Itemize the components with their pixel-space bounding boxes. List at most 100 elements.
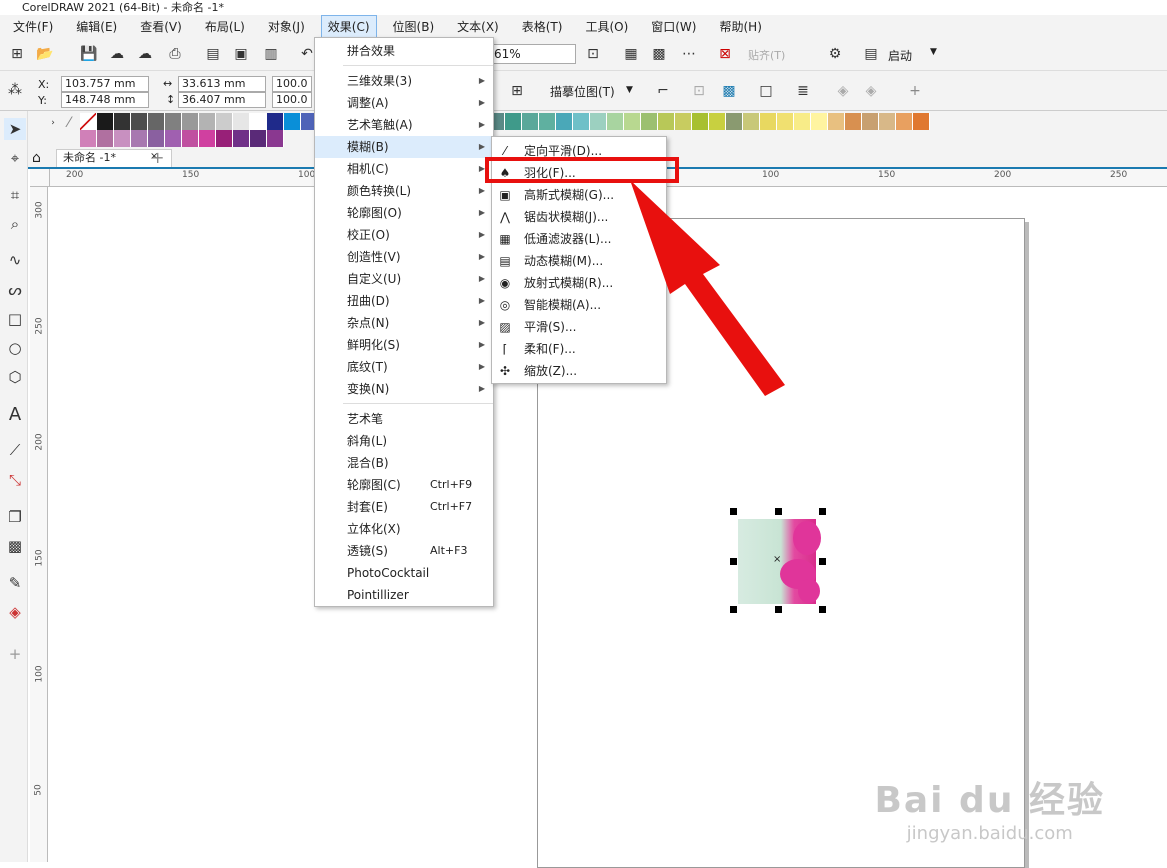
paste-icon[interactable]: ▥ [262,45,280,63]
effects-menu-item[interactable]: 变换(N) ▶ [315,378,493,400]
snap-to-dropdown[interactable]: 贴齐(T) [748,47,785,63]
menu-6[interactable]: 位图(B) [386,15,442,38]
color-swatch[interactable] [80,130,97,147]
cloud-download-icon[interactable]: ☁ [136,45,154,63]
transparency-tool-icon[interactable]: ▩ [4,535,26,557]
menu-0[interactable]: 文件(F) [6,15,60,38]
color-swatch[interactable] [862,113,879,130]
home-icon[interactable]: ⌂ [32,150,41,166]
color-swatch[interactable] [624,113,641,130]
artistic-media-icon[interactable]: ᔕ [4,279,26,301]
effects-menu-item[interactable]: 鲜明化(S) ▶ [315,334,493,356]
color-swatch[interactable] [199,113,216,130]
color-swatch[interactable] [284,113,301,130]
color-swatch[interactable] [913,113,930,130]
shape-tool-icon[interactable]: ⌖ [4,147,26,169]
launch-dropdown[interactable]: 启动 [888,47,912,64]
color-swatch[interactable] [165,130,182,147]
color-eyedropper-icon[interactable]: ✎ [4,572,26,594]
no-color-swatch[interactable] [80,113,97,130]
color-swatch[interactable] [845,113,862,130]
color-swatch[interactable] [97,130,114,147]
effects-menu-item[interactable]: 透镜(S) Alt+F3 [315,540,493,562]
color-swatch[interactable] [250,130,267,147]
menu-5[interactable]: 效果(C) [320,14,377,38]
effects-menu-item[interactable]: 相机(C) ▶ [315,158,493,180]
trace-bitmap-dropdown[interactable]: 描摹位图(T) [550,83,615,100]
menu-9[interactable]: 工具(O) [578,15,635,38]
color-swatch[interactable] [709,113,726,130]
drop-shadow-icon[interactable]: ❐ [4,506,26,528]
effects-menu-item[interactable]: 三维效果(3) ▶ [315,70,493,92]
full-screen-icon[interactable]: ▦ [622,45,640,63]
resample-icon[interactable]: ⊡ [690,82,708,100]
zoom-fit-icon[interactable]: ⊡ [584,45,602,63]
menu-10[interactable]: 窗口(W) [644,15,703,38]
color-swatch[interactable] [148,113,165,130]
color-swatch[interactable] [675,113,692,130]
color-swatch[interactable] [811,113,828,130]
color-swatch[interactable] [250,113,267,130]
effects-menu-item[interactable]: 调整(A) ▶ [315,92,493,114]
freehand-tool-icon[interactable]: ∿ [4,249,26,271]
menu-2[interactable]: 查看(V) [133,15,189,38]
cut-icon[interactable]: ▤ [204,45,222,63]
effects-menu-item[interactable]: 立体化(X) [315,518,493,540]
interactive-fill-icon[interactable]: ◈ [4,601,26,623]
color-swatch[interactable] [522,113,539,130]
effects-menu-item[interactable]: 艺术笔 [315,408,493,430]
effects-menu-item[interactable]: 轮廓图(O) ▶ [315,202,493,224]
edit-bitmap-icon[interactable]: ⊞ [508,82,526,100]
chevron-down-icon[interactable]: ▼ [930,47,937,57]
effects-menu-item[interactable]: 底纹(T) ▶ [315,356,493,378]
eyedropper-icon[interactable]: ⁄ [60,114,78,132]
color-swatch[interactable] [216,113,233,130]
color-swatch[interactable] [556,113,573,130]
selection-handle[interactable] [819,508,826,515]
width-input[interactable]: 33.613 mm [178,76,266,92]
effects-menu-item[interactable]: 自定义(U) ▶ [315,268,493,290]
color-swatch[interactable] [97,113,114,130]
zoom-tool-icon[interactable]: ⌕ [4,213,26,235]
effects-menu-item[interactable]: 拼合效果 [315,40,493,62]
color-swatch[interactable] [131,130,148,147]
color-swatch[interactable] [233,130,250,147]
ruler-origin[interactable] [30,169,50,187]
rulers-icon[interactable]: ▩ [650,45,668,63]
add-tool-icon[interactable]: + [4,643,26,665]
color-swatch[interactable] [692,113,709,130]
menu-4[interactable]: 对象(J) [261,15,312,38]
color-swatch[interactable] [505,113,522,130]
crop-tool-icon[interactable]: ⌗ [4,184,26,206]
menu-3[interactable]: 布局(L) [198,15,252,38]
ellipse-tool-icon[interactable]: ○ [4,337,26,359]
effects-menu-item[interactable]: 混合(B) [315,452,493,474]
bitmap-color-mask-icon[interactable]: ▩ [720,82,738,100]
effects-menu-item[interactable]: 艺术笔触(A) ▶ [315,114,493,136]
color-swatch[interactable] [114,130,131,147]
color-swatch[interactable] [539,113,556,130]
color-swatch[interactable] [216,130,233,147]
selection-handle[interactable] [775,508,782,515]
effects-menu-item[interactable]: 颜色转换(L) ▶ [315,180,493,202]
color-swatch[interactable] [607,113,624,130]
cloud-upload-icon[interactable]: ☁ [108,45,126,63]
selection-handle[interactable] [730,558,737,565]
color-swatch[interactable] [590,113,607,130]
launch-icon[interactable]: ▤ [862,45,880,63]
grid-icon[interactable]: ⋯ [680,45,698,63]
effects-menu-item[interactable]: Pointillizer [315,584,493,606]
new-tab-icon[interactable]: + [151,148,164,167]
effects-menu-item[interactable]: 校正(O) ▶ [315,224,493,246]
selected-bitmap[interactable]: × [738,519,821,604]
color-swatch[interactable] [182,130,199,147]
color-swatch[interactable] [794,113,811,130]
color-swatch[interactable] [777,113,794,130]
color-swatch[interactable] [199,130,216,147]
effects-menu-item[interactable]: 模糊(B) ▶ [315,136,493,158]
color-swatch[interactable] [641,113,658,130]
color-swatch[interactable] [658,113,675,130]
color-swatch[interactable] [743,113,760,130]
effects-menu-item[interactable]: 扭曲(D) ▶ [315,290,493,312]
transparency-icon[interactable]: □ [757,82,775,100]
